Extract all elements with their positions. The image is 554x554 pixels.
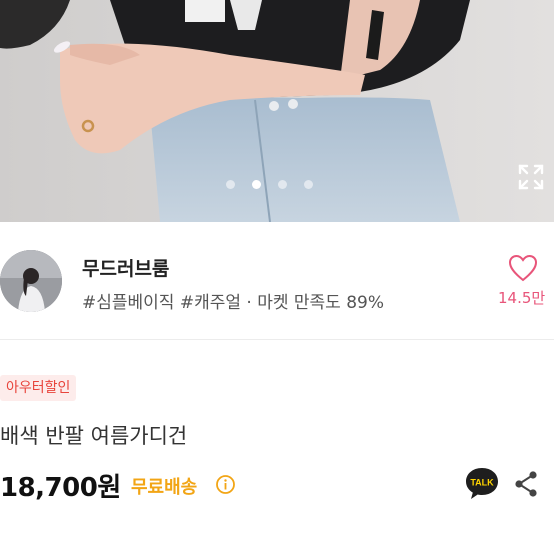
kakaotalk-icon[interactable]: TALK (464, 466, 500, 500)
product-title: 배색 반팔 여름가디건 (0, 424, 188, 448)
share-icon[interactable] (513, 470, 539, 498)
product-price: 18,700원 (0, 473, 121, 503)
heart-icon[interactable] (508, 254, 538, 282)
seller-section[interactable] (0, 222, 554, 340)
carousel-dot[interactable] (278, 180, 287, 189)
seller-avatar[interactable] (0, 250, 62, 312)
free-shipping-label: 무료배송 (131, 477, 198, 498)
carousel-dot-active[interactable] (252, 180, 261, 189)
seller-tags: #심플베이직 #캐주얼 · 마켓 만족도 89% (82, 293, 385, 313)
talk-label: TALK (470, 478, 494, 488)
expand-icon[interactable] (517, 163, 545, 191)
info-icon[interactable] (215, 474, 236, 495)
discount-badge: 아우터할인 (0, 375, 77, 401)
product-image[interactable] (0, 0, 554, 222)
carousel-dot[interactable] (304, 180, 313, 189)
carousel-dot[interactable] (226, 180, 235, 189)
carousel-indicator (226, 180, 313, 189)
seller-name[interactable]: 무드러브룸 (82, 254, 169, 281)
like-count: 14.5만 (498, 289, 546, 307)
